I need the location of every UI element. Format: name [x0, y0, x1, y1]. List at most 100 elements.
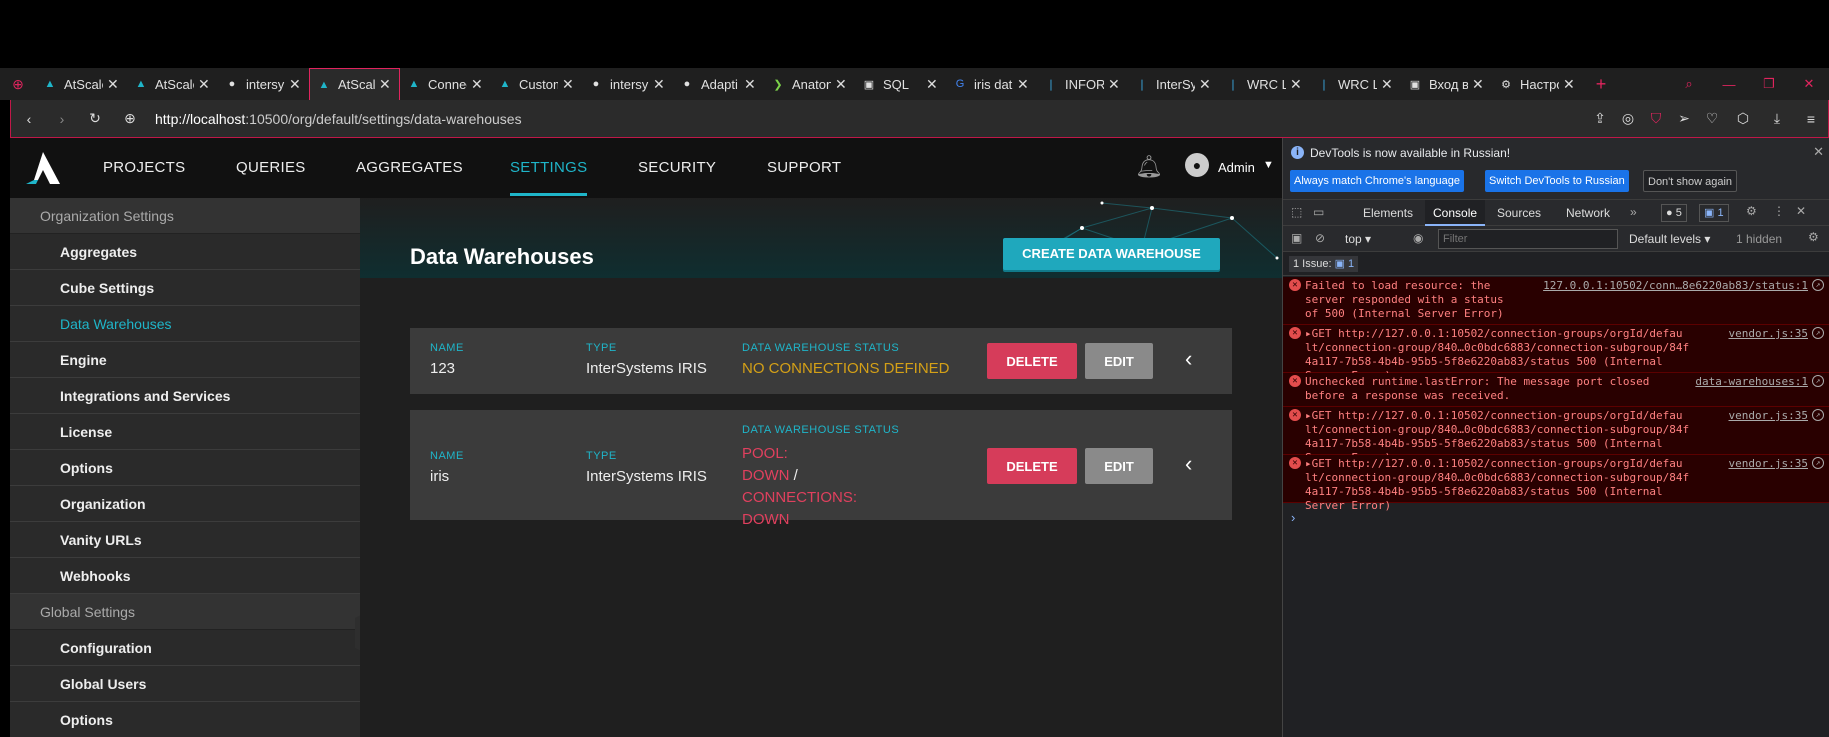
back-icon[interactable]: ‹ — [11, 111, 47, 127]
tab-close-icon[interactable]: ✕ — [653, 76, 667, 93]
tab-close-icon[interactable]: ✕ — [379, 76, 393, 93]
browser-tab[interactable]: ▲AtScale✕ — [127, 68, 218, 100]
sidebar-item-organization[interactable]: Organization — [10, 486, 360, 522]
error-source-link[interactable]: vendor.js:35 — [1729, 457, 1808, 471]
shield-icon[interactable]: ⛉ — [1642, 110, 1670, 127]
browser-tab[interactable]: ▣ SQL ✕ — [855, 68, 946, 100]
forward-icon[interactable]: › — [47, 111, 77, 127]
error-source-link[interactable]: vendor.js:35 — [1729, 327, 1808, 341]
browser-tab[interactable]: ❘ WRC Lo✕ — [1219, 68, 1310, 100]
tab-close-icon[interactable]: ✕ — [289, 76, 303, 93]
switch-russian-button[interactable]: Switch DevTools to Russian — [1485, 170, 1629, 192]
external-link-icon[interactable]: ↗ — [1812, 457, 1824, 469]
nav-aggregates[interactable]: AGGREGATES — [356, 138, 463, 198]
avatar-icon[interactable]: ● — [1185, 153, 1209, 177]
console-settings-icon[interactable]: ⚙ — [1808, 230, 1819, 244]
browser-tab[interactable]: ❘ INFORI✕ — [1037, 68, 1128, 100]
menu-icon[interactable]: ≡ — [1794, 111, 1828, 127]
browser-tab[interactable]: ⚙ Настро✕ — [1492, 68, 1583, 100]
error-count-badge[interactable]: ● 5 — [1661, 204, 1687, 222]
expand-chevron-icon[interactable]: ‹ — [1185, 451, 1192, 477]
match-language-button[interactable]: Always match Chrome's language — [1290, 170, 1464, 192]
browser-tab[interactable]: Giris dat ✕ — [946, 68, 1037, 100]
camera-icon[interactable]: ◎ — [1614, 110, 1642, 127]
browser-tab[interactable]: ❯ Anaton ✕ — [764, 68, 855, 100]
atscale-logo[interactable] — [24, 150, 62, 186]
browser-tab[interactable]: ▲ Connec✕ — [400, 68, 491, 100]
tab-close-icon[interactable]: ✕ — [1381, 76, 1395, 93]
download-icon[interactable]: ⤓ — [1760, 110, 1794, 127]
user-name[interactable]: Admin — [1218, 160, 1255, 175]
eye-icon[interactable]: ◉ — [1413, 231, 1423, 245]
expand-chevron-icon[interactable]: ‹ — [1185, 346, 1192, 372]
browser-tab[interactable]: ❘ InterSy ✕ — [1128, 68, 1219, 100]
tab-close-icon[interactable]: ✕ — [107, 76, 121, 93]
inspect-icon[interactable]: ⬚ — [1291, 205, 1302, 219]
sidebar-toggle-icon[interactable]: ▣ — [1291, 231, 1302, 245]
close-devtools-icon[interactable]: ✕ — [1796, 204, 1806, 218]
error-source-link[interactable]: 127.0.0.1:10502/conn…8e6220ab83/status:1 — [1543, 279, 1808, 293]
tab-close-icon[interactable]: ✕ — [471, 76, 485, 93]
tab-elements[interactable]: Elements — [1363, 206, 1413, 220]
browser-tab[interactable]: ▲AtScale✕ — [36, 68, 127, 100]
sidebar-item-configuration[interactable]: Configuration — [10, 630, 360, 666]
chevron-down-icon[interactable]: ▼ — [1263, 159, 1274, 171]
browser-tab[interactable]: ▲AtScale✕ — [309, 68, 400, 100]
sidebar-item-options[interactable]: Options — [10, 702, 360, 737]
clear-console-icon[interactable]: ⊘ — [1315, 231, 1325, 245]
tab-close-icon[interactable]: ✕ — [1290, 76, 1304, 93]
new-tab-icon[interactable]: + — [1583, 68, 1619, 100]
close-banner-icon[interactable]: ✕ — [1813, 144, 1824, 160]
heart-icon[interactable]: ♡ — [1698, 110, 1726, 127]
browser-tab[interactable]: ● intersy ✕ — [582, 68, 673, 100]
sidebar-item-vanity-urls[interactable]: Vanity URLs — [10, 522, 360, 558]
browser-tab[interactable]: ● Adapti ✕ — [673, 68, 764, 100]
tab-close-icon[interactable]: ✕ — [1199, 76, 1213, 93]
create-data-warehouse-button[interactable]: CREATE DATA WAREHOUSE — [1003, 238, 1220, 270]
minimize-icon[interactable]: — — [1709, 68, 1749, 100]
error-source-link[interactable]: data-warehouses:1 — [1695, 375, 1808, 389]
levels-select[interactable]: Default levels ▾ — [1629, 232, 1710, 246]
delete-button[interactable]: DELETE — [987, 448, 1077, 484]
kebab-menu-icon[interactable]: ⋮ — [1773, 204, 1785, 218]
tab-close-icon[interactable]: ✕ — [1472, 76, 1486, 93]
nav-queries[interactable]: QUERIES — [236, 138, 306, 198]
browser-tab[interactable]: ● intersy ✕ — [218, 68, 309, 100]
tab-sources[interactable]: Sources — [1497, 206, 1541, 220]
error-text[interactable]: ▸GET http://127.0.0.1:10502/connection-g… — [1305, 457, 1705, 513]
close-window-icon[interactable]: ✕ — [1789, 68, 1829, 100]
tab-close-icon[interactable]: ✕ — [562, 76, 576, 93]
external-link-icon[interactable]: ↗ — [1812, 375, 1824, 387]
sidebar-item-integrations-and-services[interactable]: Integrations and Services — [10, 378, 360, 414]
gamepad-icon[interactable]: ⊕ — [0, 68, 36, 100]
restore-icon[interactable]: ❐ — [1749, 68, 1789, 100]
sidebar-item-license[interactable]: License — [10, 414, 360, 450]
nav-support[interactable]: SUPPORT — [767, 138, 841, 198]
tab-network[interactable]: Network — [1566, 206, 1610, 220]
edit-button[interactable]: EDIT — [1085, 448, 1153, 484]
tab-console[interactable]: Console — [1425, 200, 1486, 226]
box-icon[interactable]: ⬡ — [1726, 110, 1760, 127]
filter-input[interactable] — [1438, 229, 1618, 249]
context-select[interactable]: top ▾ — [1345, 232, 1371, 246]
error-source-link[interactable]: vendor.js:35 — [1729, 409, 1808, 423]
tab-close-icon[interactable]: ✕ — [835, 76, 849, 93]
issue-count-badge[interactable]: ▣ 1 — [1699, 204, 1729, 222]
share-icon[interactable]: ⇪ — [1586, 110, 1614, 127]
browser-tab[interactable]: ❘ WRC Lo✕ — [1310, 68, 1401, 100]
url-field[interactable]: http://localhost:10500/org/default/setti… — [155, 111, 522, 127]
external-link-icon[interactable]: ↗ — [1812, 279, 1824, 291]
sidebar-item-webhooks[interactable]: Webhooks — [10, 558, 360, 594]
browser-tab[interactable]: ▣ Вход в ✕ — [1401, 68, 1492, 100]
reload-icon[interactable]: ↻ — [77, 110, 113, 127]
settings-gear-icon[interactable]: ⚙ — [1746, 204, 1757, 218]
search-tabs-icon[interactable]: ⌕ — [1669, 68, 1709, 100]
tab-close-icon[interactable]: ✕ — [744, 76, 758, 93]
issues-link[interactable]: 1 Issue: ▣ 1 — [1289, 256, 1359, 272]
console-prompt-icon[interactable]: › — [1291, 510, 1295, 525]
tab-close-icon[interactable]: ✕ — [1017, 76, 1031, 93]
nav-security[interactable]: SECURITY — [638, 138, 716, 198]
device-toolbar-icon[interactable]: ▭ — [1313, 205, 1324, 219]
sidebar-item-engine[interactable]: Engine — [10, 342, 360, 378]
send-icon[interactable]: ➢ — [1670, 110, 1698, 127]
